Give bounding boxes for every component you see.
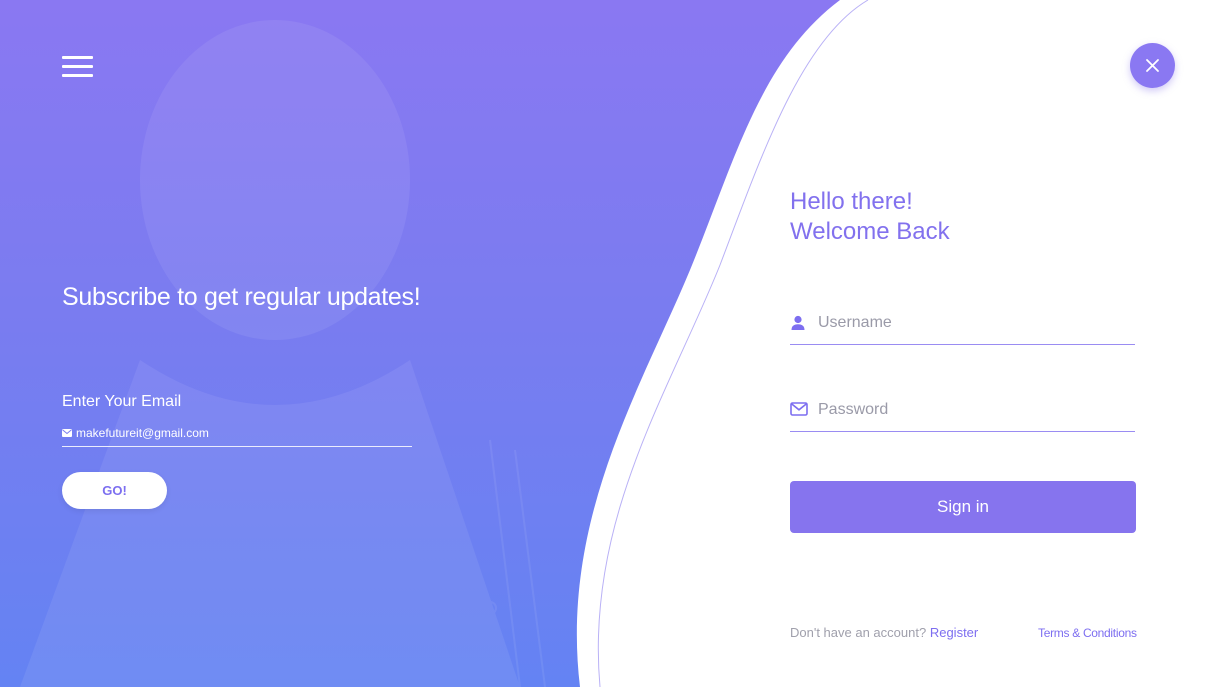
username-placeholder: Username (818, 314, 892, 331)
username-field[interactable]: Username (790, 306, 1135, 345)
register-link[interactable]: Register (930, 625, 978, 640)
password-field[interactable]: Password (790, 393, 1135, 432)
greeting-line-1: Hello there! (790, 188, 913, 215)
menu-bar (62, 65, 93, 68)
sign-in-button[interactable]: Sign in (790, 481, 1136, 533)
login-screen: Subscribe to get regular updates! Enter … (0, 0, 1222, 687)
close-button[interactable] (1130, 43, 1175, 88)
email-value: makefutureit@gmail.com (76, 426, 209, 440)
terms-link[interactable]: Terms & Conditions (1038, 626, 1137, 640)
hamburger-menu-icon[interactable] (62, 56, 94, 80)
user-icon (791, 315, 805, 330)
greeting-line-2: Welcome Back (790, 218, 950, 245)
menu-bar (62, 56, 93, 59)
menu-bar (62, 74, 93, 77)
no-account-text: Don't have an account? (790, 625, 927, 640)
close-icon (1146, 59, 1159, 72)
subscribe-heading: Subscribe to get regular updates! (62, 283, 421, 311)
mail-icon (790, 402, 808, 416)
welcome-greeting: Hello there! Welcome Back (790, 187, 950, 247)
email-input[interactable]: makefutureit@gmail.com (62, 422, 412, 447)
password-placeholder: Password (818, 401, 889, 418)
email-label: Enter Your Email (62, 393, 182, 410)
mail-icon (62, 429, 72, 437)
go-button[interactable]: GO! (62, 472, 167, 509)
register-prompt: Don't have an account? Register (790, 625, 978, 640)
